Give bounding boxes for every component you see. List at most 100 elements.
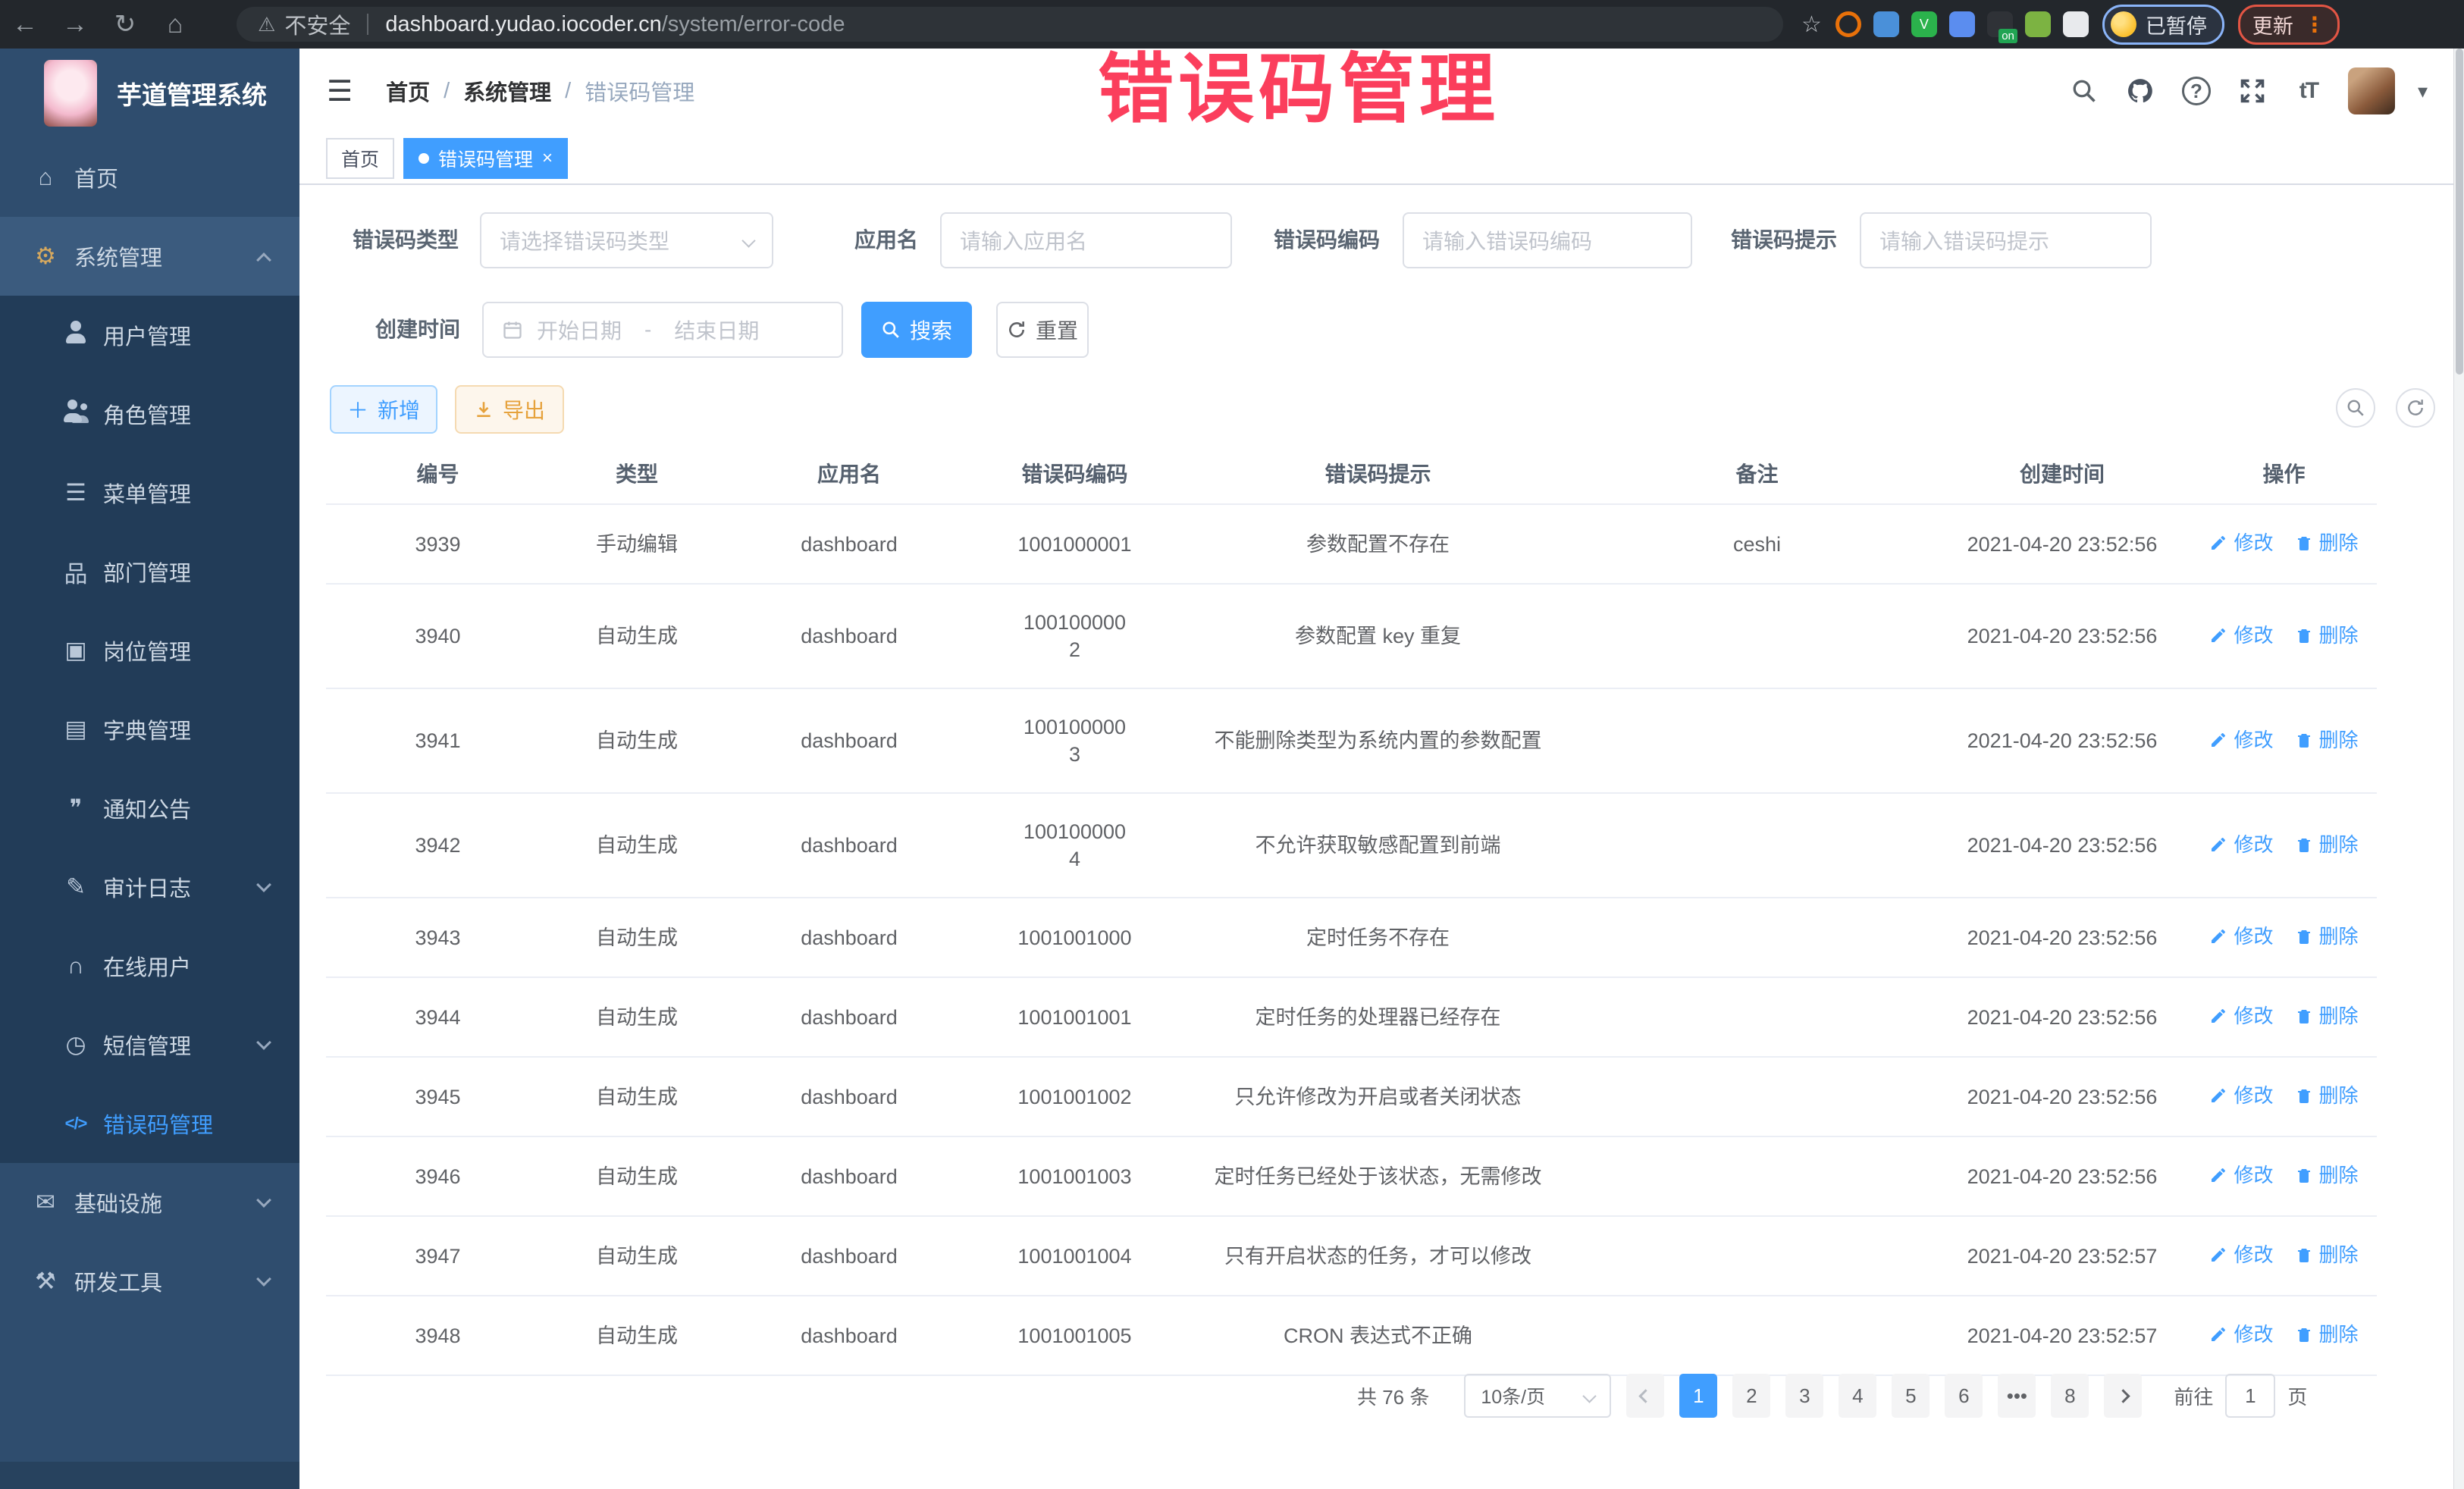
breadcrumb-item[interactable]: 首页 [386, 75, 430, 107]
page-button-5[interactable]: 5 [1892, 1374, 1930, 1418]
sidebar-collapse-bar[interactable] [0, 1462, 299, 1489]
page-button-3[interactable]: 3 [1785, 1374, 1823, 1418]
row-created: 2021-04-20 23:52:57 [1933, 1296, 2191, 1375]
back-icon[interactable]: ← [0, 10, 50, 39]
scrollbar-thumb[interactable] [2456, 49, 2463, 375]
active-tab-dot [419, 153, 429, 164]
puzzle-extension-icon[interactable] [2063, 11, 2089, 37]
refresh-table-button[interactable] [2396, 388, 2435, 428]
sidebar-item-首页[interactable]: ⌂首页 [0, 138, 299, 217]
edit-link[interactable]: 修改 [2209, 831, 2273, 858]
edit-link[interactable]: 修改 [2209, 1161, 2273, 1189]
sidebar-item-基础设施[interactable]: ✉基础设施 [0, 1163, 299, 1242]
font-size-icon[interactable]: tT [2292, 74, 2325, 108]
sidebar-item-菜单管理[interactable]: ☰菜单管理 [0, 453, 299, 532]
delete-link[interactable]: 删除 [2295, 529, 2359, 556]
sidebar-item-部门管理[interactable]: 品部门管理 [0, 532, 299, 611]
blue-grid-extension-icon[interactable] [1949, 11, 1975, 37]
mail-icon: ✉ [29, 1189, 62, 1216]
row-code: 1001001003 [974, 1136, 1175, 1216]
edit-link[interactable]: 修改 [2209, 1002, 2273, 1030]
delete-link[interactable]: 删除 [2295, 831, 2359, 858]
green-v-extension-icon[interactable]: V [1911, 11, 1937, 37]
page-button-6[interactable]: 6 [1945, 1374, 1983, 1418]
sidebar-item-通知公告[interactable]: ❞通知公告 [0, 769, 299, 848]
delete-link[interactable]: 删除 [2295, 923, 2359, 950]
search-button[interactable]: 搜索 [861, 302, 972, 358]
sidebar-item-审计日志[interactable]: ✎审计日志 [0, 848, 299, 926]
page-button-1[interactable]: 1 [1679, 1374, 1717, 1418]
address-bar[interactable]: ⚠ 不安全 dashboard.yudao.iocoder.cn /system… [237, 7, 1783, 42]
sidebar-item-研发工具[interactable]: ⚒研发工具 [0, 1242, 299, 1321]
sidebar-item-错误码管理[interactable]: </>错误码管理 [0, 1084, 299, 1163]
edit-link[interactable]: 修改 [2209, 1241, 2273, 1268]
page-scrollbar[interactable] [2453, 49, 2464, 1489]
list-extension-icon[interactable]: on [1987, 11, 2013, 37]
reload-icon[interactable]: ↻ [100, 9, 150, 39]
show-search-button[interactable] [2336, 388, 2375, 428]
export-button[interactable]: 导出 [455, 385, 564, 434]
chevron-down-icon [1583, 1389, 1597, 1403]
page-button-8[interactable]: 8 [2051, 1374, 2089, 1418]
error-msg-input[interactable]: 请输入错误码提示 [1860, 212, 2152, 268]
orange-ring-extension-icon[interactable] [1835, 11, 1861, 37]
update-button[interactable]: 更新 ⋮ [2238, 5, 2340, 45]
error-type-select[interactable]: 请选择错误码类型 [480, 212, 773, 268]
date-range-picker[interactable]: 开始日期 - 结束日期 [482, 302, 843, 358]
sidebar-item-用户管理[interactable]: 用户管理 [0, 296, 299, 375]
home-icon[interactable]: ⌂ [150, 10, 200, 39]
bookmark-star-icon[interactable]: ☆ [1801, 11, 1822, 38]
chevron-down-icon[interactable]: ▾ [2418, 80, 2428, 103]
app-name-input[interactable]: 请输入应用名 [940, 212, 1232, 268]
more-pages-button[interactable]: ••• [1998, 1374, 2036, 1418]
breadcrumb-item[interactable]: 系统管理 [463, 75, 551, 107]
edit-link[interactable]: 修改 [2209, 1082, 2273, 1109]
sidebar-item-字典管理[interactable]: ▤字典管理 [0, 690, 299, 769]
page-button-2[interactable]: 2 [1732, 1374, 1770, 1418]
search-icon[interactable] [2067, 74, 2101, 108]
sidebar-item-在线用户[interactable]: ∩在线用户 [0, 926, 299, 1005]
delete-link[interactable]: 删除 [2295, 1321, 2359, 1348]
edit-link[interactable]: 修改 [2209, 923, 2273, 950]
filter-date-label: 创建时间 [345, 302, 460, 358]
delete-link[interactable]: 删除 [2295, 1241, 2359, 1268]
close-icon[interactable]: × [542, 148, 553, 169]
sidebar-item-岗位管理[interactable]: ▣岗位管理 [0, 611, 299, 690]
github-icon[interactable] [2124, 74, 2157, 108]
error-code-input[interactable]: 请输入错误码编码 [1403, 212, 1692, 268]
delete-link[interactable]: 删除 [2295, 1002, 2359, 1030]
hamburger-icon[interactable]: ☰ [327, 74, 353, 108]
delete-link[interactable]: 删除 [2295, 1161, 2359, 1189]
page-button-4[interactable]: 4 [1839, 1374, 1876, 1418]
green-key-extension-icon[interactable] [2025, 11, 2051, 37]
blue-drop-extension-icon[interactable] [1873, 11, 1899, 37]
edit-icon [2209, 1086, 2227, 1105]
table-header-row: 编号类型应用名错误码编码错误码提示备注创建时间操作 [326, 443, 2377, 504]
goto-page-input[interactable]: 1 [2225, 1374, 2275, 1418]
edit-link[interactable]: 修改 [2209, 1321, 2273, 1348]
prev-page-button[interactable] [1626, 1374, 1664, 1418]
edit-link[interactable]: 修改 [2209, 622, 2273, 649]
tab-错误码管理[interactable]: 错误码管理× [403, 138, 568, 179]
sidebar-item-短信管理[interactable]: ◷短信管理 [0, 1005, 299, 1084]
forward-icon[interactable]: → [50, 10, 100, 39]
reset-button[interactable]: 重置 [996, 302, 1089, 358]
edit-link[interactable]: 修改 [2209, 529, 2273, 556]
trash-icon [2295, 1086, 2313, 1105]
sidebar-item-系统管理[interactable]: ⚙系统管理 [0, 217, 299, 296]
tab-首页[interactable]: 首页 [326, 138, 394, 179]
page-size-select[interactable]: 10条/页 [1464, 1374, 1611, 1418]
menu-kebab-icon[interactable]: ⋮ [2304, 12, 2325, 37]
delete-link[interactable]: 删除 [2295, 726, 2359, 754]
row-remark [1581, 584, 1933, 688]
fullscreen-icon[interactable] [2236, 74, 2269, 108]
next-page-button[interactable] [2104, 1374, 2142, 1418]
sidebar-item-角色管理[interactable]: 角色管理 [0, 375, 299, 453]
user-avatar[interactable] [2348, 67, 2395, 114]
help-icon[interactable]: ? [2180, 74, 2213, 108]
add-button[interactable]: ＋ 新增 [330, 385, 437, 434]
profile-paused-badge[interactable]: 已暂停 [2102, 5, 2224, 45]
delete-link[interactable]: 删除 [2295, 622, 2359, 649]
edit-link[interactable]: 修改 [2209, 726, 2273, 754]
delete-link[interactable]: 删除 [2295, 1082, 2359, 1109]
